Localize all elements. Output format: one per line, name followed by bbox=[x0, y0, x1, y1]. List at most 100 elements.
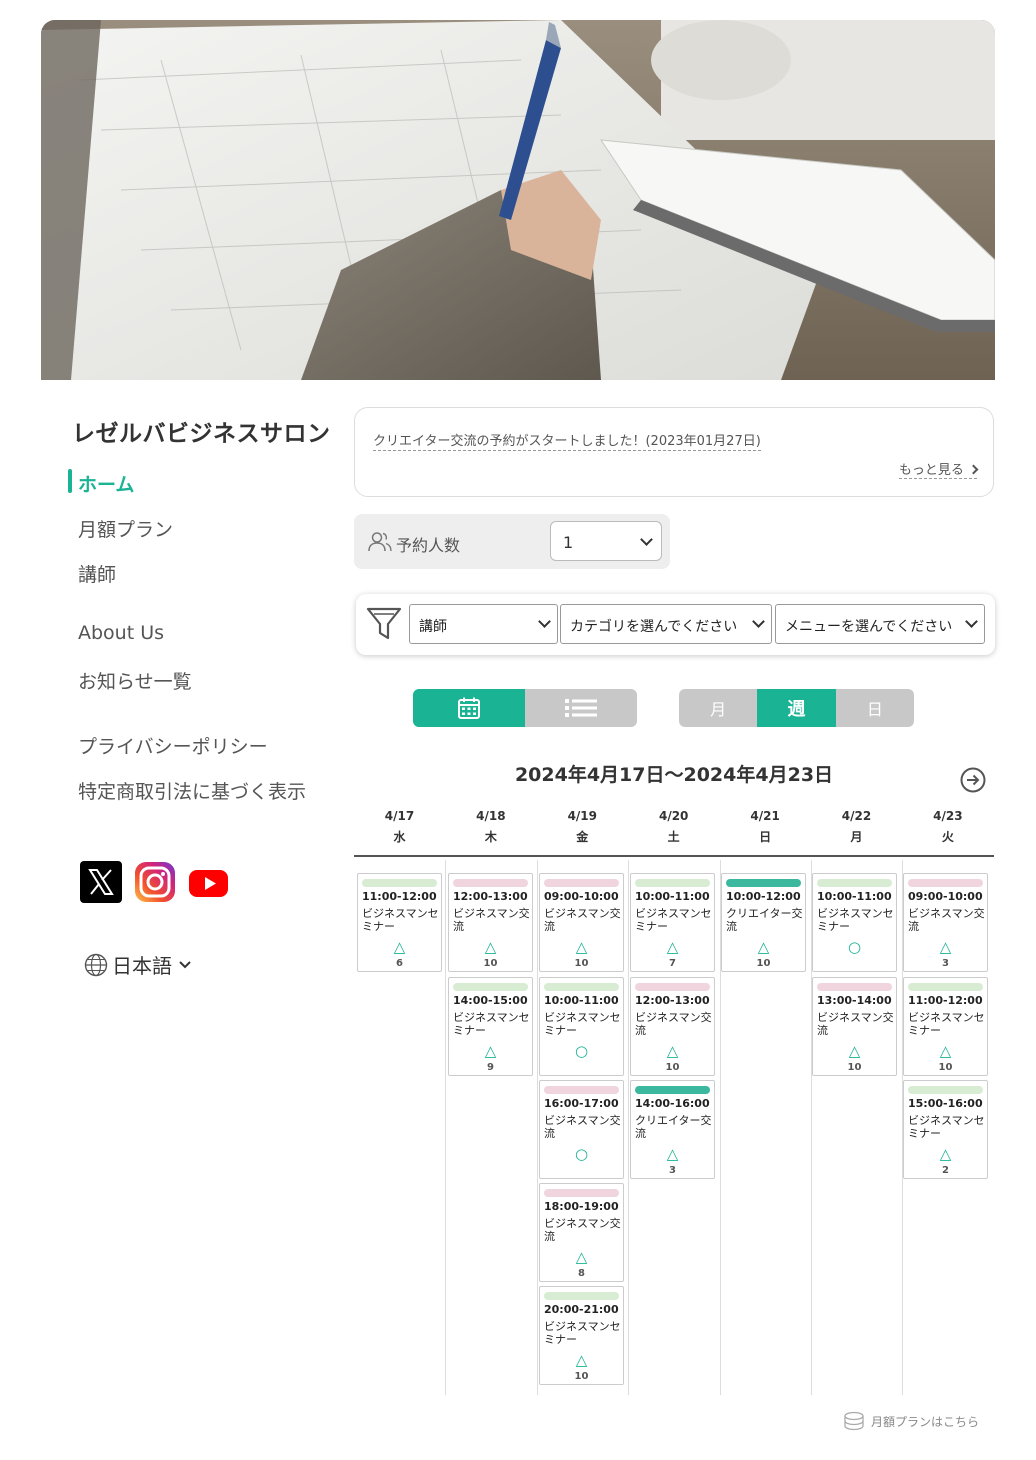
category-select[interactable]: カテゴリを選んでください bbox=[560, 604, 772, 644]
schedule-slot[interactable]: 20:00-21:00 ビジネスマンセミナー △ 10 bbox=[539, 1286, 624, 1385]
slot-category-bar bbox=[362, 879, 437, 887]
news-more-link[interactable]: もっと見る bbox=[898, 459, 979, 479]
nav-news-list[interactable]: お知らせ一覧 bbox=[78, 667, 192, 694]
day-date: 4/20 bbox=[658, 809, 689, 823]
nav-monthly-plan[interactable]: 月額プラン bbox=[78, 515, 173, 542]
chevron-down-icon bbox=[538, 615, 551, 628]
schedule-slot[interactable]: 10:00-12:00 クリエイター交流 △ 10 bbox=[721, 873, 806, 972]
schedule-slot[interactable]: 09:00-10:00 ビジネスマン交流 △ 10 bbox=[539, 873, 624, 972]
view-toggle bbox=[413, 689, 637, 727]
list-view-button[interactable] bbox=[525, 689, 637, 727]
schedule-slot[interactable]: 10:00-11:00 ビジネスマンセミナー ○ bbox=[539, 977, 624, 1076]
slot-title: ビジネスマンセミナー bbox=[544, 1011, 621, 1037]
slot-title: ビジネスマンセミナー bbox=[544, 1320, 621, 1346]
schedule-slot[interactable]: 09:00-10:00 ビジネスマン交流 △ 3 bbox=[903, 873, 988, 972]
day-of-week: 水 bbox=[393, 830, 406, 844]
slot-time: 10:00-11:00 bbox=[817, 890, 892, 903]
schedule-slot[interactable]: 16:00-17:00 ビジネスマン交流 ○ bbox=[539, 1080, 624, 1179]
slot-title: クリエイター交流 bbox=[635, 1114, 712, 1140]
slot-time: 09:00-10:00 bbox=[908, 890, 983, 903]
slot-remaining-count: 3 bbox=[669, 1165, 676, 1176]
day-header: 4/18 木 bbox=[445, 806, 536, 848]
calendar-view-button[interactable] bbox=[413, 689, 525, 727]
monthly-plan-link[interactable]: 月額プランはこちら bbox=[843, 1410, 979, 1432]
schedule-slot[interactable]: 12:00-13:00 ビジネスマン交流 △ 10 bbox=[448, 873, 533, 972]
range-week-button[interactable]: 週 bbox=[757, 689, 836, 727]
slot-availability-mark: ○ bbox=[847, 938, 862, 956]
slot-availability-mark: △ bbox=[757, 938, 770, 956]
nav-privacy-policy[interactable]: プライバシーポリシー bbox=[78, 732, 268, 759]
range-month-button[interactable]: 月 bbox=[679, 689, 758, 727]
slot-remaining-count: 10 bbox=[847, 1062, 862, 1073]
instagram-icon[interactable] bbox=[134, 861, 176, 903]
day-of-week: 土 bbox=[667, 830, 680, 844]
schedule-slot[interactable]: 12:00-13:00 ビジネスマン交流 △ 10 bbox=[630, 977, 715, 1076]
schedule-slot[interactable]: 14:00-16:00 クリエイター交流 △ 3 bbox=[630, 1080, 715, 1179]
slot-remaining-count: 3 bbox=[942, 958, 949, 969]
slot-availability-mark: △ bbox=[484, 1042, 497, 1060]
menu-select[interactable]: メニューを選んでください bbox=[775, 604, 985, 644]
slot-category-bar bbox=[453, 879, 528, 887]
slot-category-bar bbox=[635, 879, 710, 887]
schedule-slot[interactable]: 11:00-12:00 ビジネスマンセミナー △ 6 bbox=[357, 873, 442, 972]
day-of-week: 火 bbox=[941, 830, 954, 844]
range-day-button[interactable]: 日 bbox=[835, 689, 914, 727]
slot-time: 18:00-19:00 bbox=[544, 1200, 619, 1213]
slot-category-bar bbox=[544, 983, 619, 991]
slot-availability-mark: △ bbox=[666, 1042, 679, 1060]
period-title: 2024年4月17日～2024年4月23日 bbox=[514, 764, 834, 786]
day-date: 4/22 bbox=[841, 809, 872, 823]
day-of-week: 日 bbox=[759, 830, 772, 844]
slot-category-bar bbox=[544, 1189, 619, 1197]
day-date: 4/17 bbox=[384, 809, 415, 823]
slot-availability-mark: △ bbox=[939, 1042, 952, 1060]
news-more-label: もっと見る bbox=[898, 463, 964, 478]
day-date: 4/18 bbox=[476, 809, 506, 823]
people-count-select[interactable]: 1 bbox=[550, 521, 662, 561]
filter-bar: 講師 カテゴリを選んでください メニューを選んでください bbox=[356, 594, 995, 655]
youtube-icon[interactable] bbox=[188, 861, 230, 903]
coins-icon bbox=[844, 1411, 864, 1431]
next-week-icon[interactable] bbox=[960, 767, 986, 793]
schedule-slot[interactable]: 18:00-19:00 ビジネスマン交流 △ 8 bbox=[539, 1183, 624, 1282]
slot-remaining-count: 10 bbox=[483, 958, 498, 969]
news-item[interactable]: クリエイター交流の予約がスタートしました！(2023年01月27日) bbox=[373, 430, 761, 451]
slot-time: 11:00-12:00 bbox=[908, 994, 983, 1007]
schedule-slot[interactable]: 11:00-12:00 ビジネスマンセミナー △ 10 bbox=[903, 977, 988, 1076]
nav-tokusho[interactable]: 特定商取引法に基づく表示 bbox=[78, 777, 306, 804]
slot-remaining-count: 7 bbox=[669, 958, 676, 969]
slot-availability-mark: △ bbox=[484, 938, 497, 956]
slot-title: クリエイター交流 bbox=[726, 907, 803, 933]
slot-remaining-count: 6 bbox=[396, 958, 403, 969]
schedule-slot[interactable]: 10:00-11:00 ビジネスマンセミナー ○ bbox=[812, 873, 897, 972]
day-of-week: 月 bbox=[850, 830, 863, 844]
brand-name[interactable]: レゼルバビジネスサロン bbox=[72, 414, 331, 448]
language-selector[interactable]: 日本語 bbox=[84, 950, 194, 979]
slot-title: ビジネスマン交流 bbox=[544, 907, 621, 933]
slot-availability-mark: △ bbox=[666, 938, 679, 956]
schedule-slot[interactable]: 14:00-15:00 ビジネスマンセミナー △ 9 bbox=[448, 977, 533, 1076]
funnel-icon[interactable] bbox=[366, 606, 402, 642]
slot-availability-mark: △ bbox=[393, 938, 406, 956]
slot-time: 16:00-17:00 bbox=[544, 1097, 619, 1110]
x-twitter-icon[interactable] bbox=[80, 861, 122, 903]
slot-availability-mark: △ bbox=[848, 1042, 861, 1060]
day-date: 4/21 bbox=[750, 809, 780, 823]
schedule-slot[interactable]: 13:00-14:00 ビジネスマン交流 △ 10 bbox=[812, 977, 897, 1076]
nav-home[interactable]: ホーム bbox=[78, 470, 134, 497]
slot-availability-mark: △ bbox=[575, 938, 588, 956]
calendar-icon bbox=[458, 697, 480, 719]
list-icon bbox=[565, 699, 597, 717]
slot-title: ビジネスマン交流 bbox=[817, 1011, 894, 1037]
slot-category-bar bbox=[726, 879, 801, 887]
day-header: 4/17 水 bbox=[354, 806, 445, 848]
slot-category-bar bbox=[544, 879, 619, 887]
schedule-slot[interactable]: 15:00-16:00 ビジネスマンセミナー △ 2 bbox=[903, 1080, 988, 1179]
nav-instructor[interactable]: 講師 bbox=[78, 560, 116, 587]
instructor-select[interactable]: 講師 bbox=[409, 604, 558, 644]
nav-about-us[interactable]: About Us bbox=[78, 622, 164, 644]
slot-category-bar bbox=[453, 983, 528, 991]
slot-title: ビジネスマン交流 bbox=[635, 1011, 712, 1037]
day-header: 4/20 土 bbox=[628, 806, 719, 848]
schedule-slot[interactable]: 10:00-11:00 ビジネスマンセミナー △ 7 bbox=[630, 873, 715, 972]
